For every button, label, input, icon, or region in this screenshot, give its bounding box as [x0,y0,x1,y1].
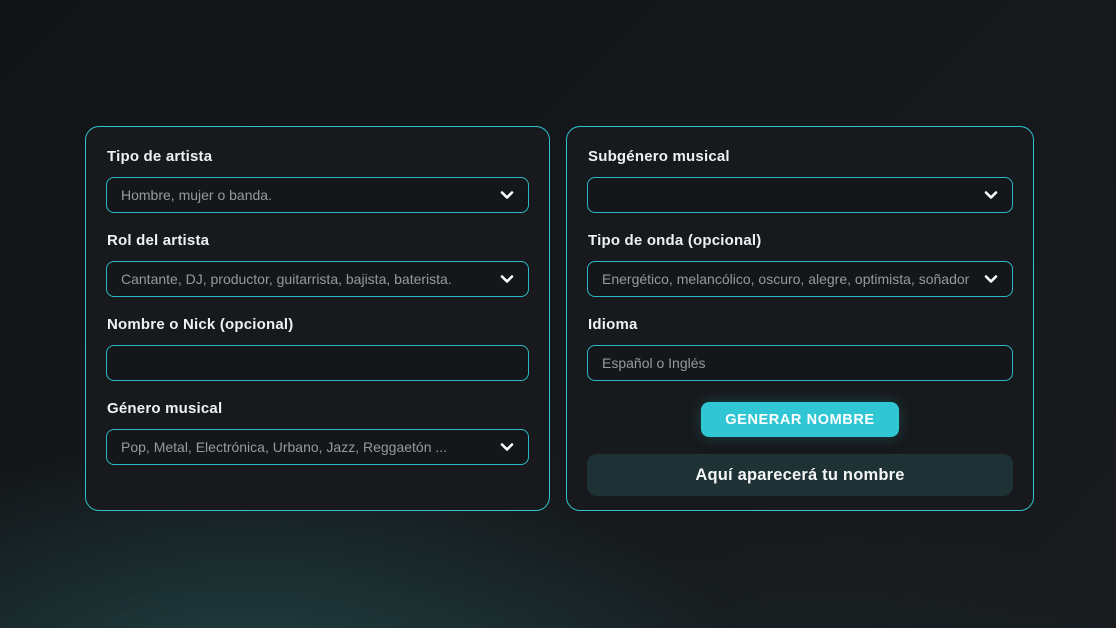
label-idioma: Idioma [588,316,1013,334]
nombre-o-nick-input[interactable] [106,345,529,381]
generate-button-row: GENERAR NOMBRE [587,402,1013,437]
field-rol-del-artista: Rol del artista Cantante, DJ, productor,… [106,232,529,297]
select-tipo-de-artista-placeholder: Hombre, mujer o banda. [121,187,488,203]
field-tipo-de-onda: Tipo de onda (opcional) Energético, mela… [587,232,1013,297]
chevron-down-icon [499,187,515,203]
generator-panel: Subgénero musical Tipo de onda (opcional… [566,126,1034,511]
chevron-down-icon [983,187,999,203]
artist-form-panel: Tipo de artista Hombre, mujer o banda. R… [85,126,550,511]
select-genero-musical[interactable]: Pop, Metal, Electrónica, Urbano, Jazz, R… [106,429,529,465]
select-subgenero-musical[interactable] [587,177,1013,213]
field-subgenero-musical: Subgénero musical [587,148,1013,213]
field-tipo-de-artista: Tipo de artista Hombre, mujer o banda. [106,148,529,213]
label-genero-musical: Género musical [107,400,529,418]
generate-name-button[interactable]: GENERAR NOMBRE [701,402,898,437]
label-tipo-de-artista: Tipo de artista [107,148,529,166]
idioma-input[interactable] [587,345,1013,381]
field-idioma: Idioma [587,316,1013,381]
label-tipo-de-onda: Tipo de onda (opcional) [588,232,1013,250]
field-nombre-o-nick: Nombre o Nick (opcional) [106,316,529,381]
label-rol-del-artista: Rol del artista [107,232,529,250]
field-genero-musical: Género musical Pop, Metal, Electrónica, … [106,400,529,465]
select-tipo-de-artista[interactable]: Hombre, mujer o banda. [106,177,529,213]
label-nombre-o-nick: Nombre o Nick (opcional) [107,316,529,334]
chevron-down-icon [983,271,999,287]
generated-name-result: Aquí aparecerá tu nombre [587,454,1013,496]
label-subgenero-musical: Subgénero musical [588,148,1013,166]
chevron-down-icon [499,439,515,455]
select-genero-musical-placeholder: Pop, Metal, Electrónica, Urbano, Jazz, R… [121,439,488,455]
select-rol-del-artista[interactable]: Cantante, DJ, productor, guitarrista, ba… [106,261,529,297]
select-tipo-de-onda[interactable]: Energético, melancólico, oscuro, alegre,… [587,261,1013,297]
select-tipo-de-onda-placeholder: Energético, melancólico, oscuro, alegre,… [602,271,972,287]
chevron-down-icon [499,271,515,287]
select-rol-del-artista-placeholder: Cantante, DJ, productor, guitarrista, ba… [121,271,488,287]
